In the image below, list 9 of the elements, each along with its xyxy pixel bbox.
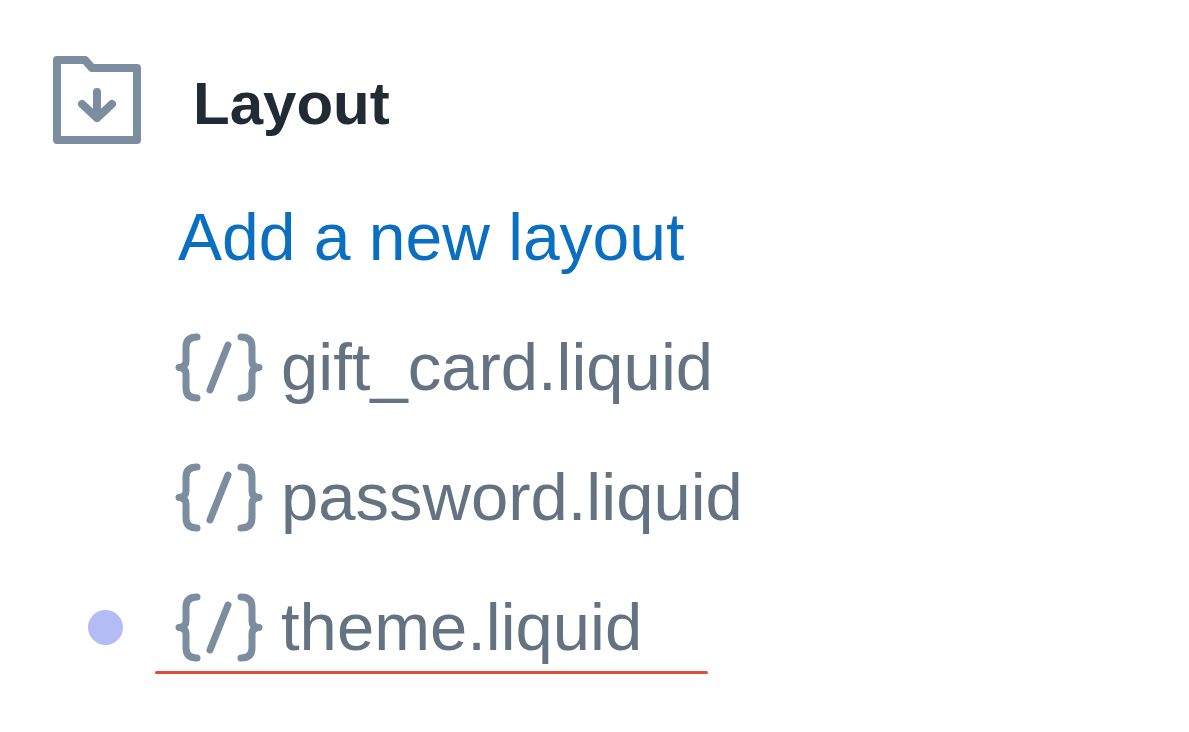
file-link[interactable]: password.liquid	[175, 457, 743, 537]
add-layout-link[interactable]: Add a new layout	[178, 197, 685, 277]
code-icon	[175, 592, 263, 662]
folder-arrow-icon	[53, 56, 141, 144]
code-icon	[175, 332, 263, 402]
file-link[interactable]: theme.liquid	[175, 587, 643, 667]
section-title: Layout	[193, 69, 390, 139]
code-icon	[175, 462, 263, 532]
file-link[interactable]: gift_card.liquid	[175, 327, 714, 407]
